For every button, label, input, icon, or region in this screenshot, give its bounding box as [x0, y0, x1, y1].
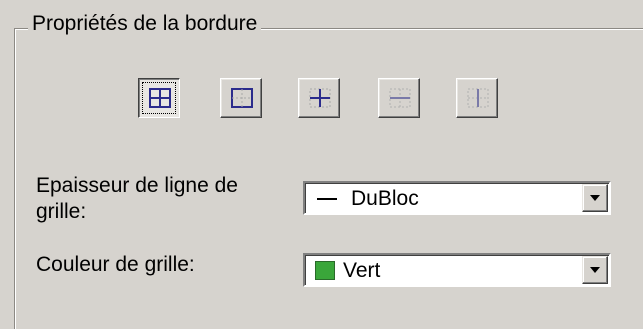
line-thickness-label: Epaisseur de ligne de grille: — [36, 174, 238, 223]
inside-horizontal-borders-icon — [389, 88, 411, 108]
line-style-icon — [317, 198, 337, 200]
inside-vertical-borders-icon — [467, 88, 489, 108]
line-thickness-combobox[interactable]: DuBloc — [303, 181, 611, 215]
color-swatch-icon — [315, 261, 335, 280]
chevron-down-icon — [590, 195, 600, 201]
outside-borders-button[interactable] — [220, 78, 262, 118]
inside-borders-button[interactable] — [298, 78, 340, 118]
all-borders-icon — [149, 88, 171, 108]
grid-color-label: Couleur de grille: — [36, 253, 195, 276]
inside-horizontal-borders-button[interactable] — [378, 78, 420, 118]
group-title: Propriétés de la bordure — [28, 12, 262, 36]
grid-color-dropdown-button[interactable] — [582, 256, 608, 284]
all-borders-button[interactable] — [138, 78, 180, 118]
outside-borders-icon — [231, 88, 253, 108]
line-thickness-value: DuBloc — [351, 187, 419, 210]
inside-vertical-borders-button[interactable] — [456, 78, 498, 118]
line-thickness-dropdown-button[interactable] — [582, 184, 608, 212]
grid-color-value: Vert — [343, 259, 381, 282]
chevron-down-icon — [590, 267, 600, 273]
inside-borders-icon — [309, 88, 331, 108]
grid-color-combobox[interactable]: Vert — [303, 253, 611, 287]
